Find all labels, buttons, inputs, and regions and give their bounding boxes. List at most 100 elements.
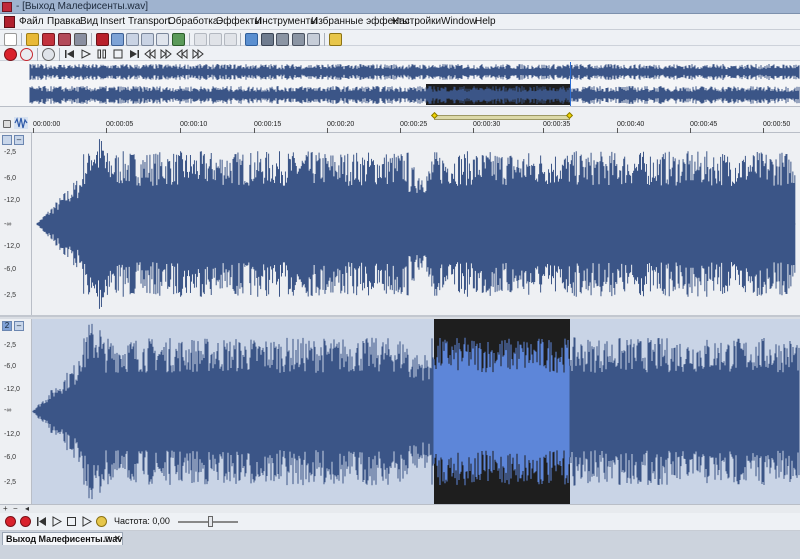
zoom-icon[interactable]: [307, 33, 320, 46]
db-label: -6,0: [4, 175, 17, 182]
zoom-out-icon[interactable]: −: [13, 505, 18, 513]
scrub-icon[interactable]: [96, 516, 107, 527]
playback-rate-thumb[interactable]: [208, 516, 213, 527]
menu-insert[interactable]: Insert: [100, 16, 125, 27]
open-folder-icon[interactable]: [26, 33, 39, 46]
tick-label: 00:00:35: [543, 121, 571, 128]
channel-1-gutter: – -2,5 -6,0 -12,0 -∞ -12,0 -6,0 -2,5: [0, 133, 32, 315]
loop-region-icon[interactable]: [224, 33, 237, 46]
title-bar: - [Выход Малефисенты.wav]: [0, 0, 800, 14]
tick-label: 00:00:50: [763, 121, 791, 128]
save-icon[interactable]: [42, 33, 55, 46]
menu-tools[interactable]: Инструменты: [255, 16, 317, 27]
db-label: -12,0: [4, 386, 20, 393]
standard-toolbar: [0, 30, 800, 46]
next-marker-icon[interactable]: [192, 49, 204, 59]
menu-edit[interactable]: Правка: [47, 16, 81, 27]
forward-icon[interactable]: [160, 49, 172, 59]
go-start-icon[interactable]: [36, 516, 47, 527]
waveform-icon[interactable]: [14, 117, 28, 129]
selection-bar[interactable]: [434, 115, 570, 120]
record-options-icon[interactable]: [20, 48, 33, 61]
waveform-view-icon[interactable]: [245, 33, 258, 46]
channel-2-gutter: 2 – -2,5 -6,0 -12,0 -∞ -12,0 -6,0 -2,5: [0, 319, 32, 504]
transport-toolbar: [0, 46, 800, 61]
tick-label: 00:00:00: [33, 121, 61, 128]
spectrum-view-icon[interactable]: [261, 33, 274, 46]
channel-2[interactable]: 2 – -2,5 -6,0 -12,0 -∞ -12,0 -6,0 -2,5: [0, 319, 800, 504]
tick-label: 00:00:10: [180, 121, 208, 128]
record-icon[interactable]: [4, 48, 17, 61]
overview-waveform[interactable]: [0, 61, 800, 107]
menu-window[interactable]: Window: [441, 16, 477, 27]
status-transport-bar: Частота: 0,00: [0, 513, 800, 531]
tab-close-icon[interactable]: ✕: [114, 535, 121, 543]
stop-icon[interactable]: [66, 516, 77, 527]
channel-1-collapse-icon[interactable]: –: [14, 135, 24, 145]
play-icon[interactable]: [80, 49, 92, 59]
tick-label: 00:00:20: [327, 121, 355, 128]
go-end-icon[interactable]: [128, 49, 140, 59]
play-loop-icon[interactable]: [81, 516, 92, 527]
prev-marker-icon[interactable]: [176, 49, 188, 59]
playback-rate-label: Частота: 0,00: [114, 516, 170, 526]
loop-icon[interactable]: [42, 48, 55, 61]
scroll-left-icon[interactable]: ◂: [25, 505, 29, 513]
pause-icon[interactable]: [96, 49, 108, 59]
render-icon[interactable]: [74, 33, 87, 46]
horizontal-scrollbar[interactable]: + − ◂: [0, 504, 800, 513]
crop-icon[interactable]: [156, 33, 169, 46]
channel-1-waveform[interactable]: [32, 133, 800, 315]
db-label: -2,5: [4, 479, 17, 486]
record-icon[interactable]: [5, 516, 16, 527]
history-icon[interactable]: [209, 33, 222, 46]
menu-help[interactable]: Help: [475, 16, 496, 27]
db-label: -∞: [4, 221, 12, 228]
markers-icon[interactable]: [276, 33, 289, 46]
menu-process[interactable]: Обработка: [168, 16, 218, 27]
channel-2-collapse-icon[interactable]: –: [14, 321, 24, 331]
db-label: -∞: [4, 407, 12, 414]
channel-1[interactable]: – -2,5 -6,0 -12,0 -∞ -12,0 -6,0 -2,5: [0, 133, 800, 317]
time-ruler[interactable]: 00:00:00 00:00:05 00:00:10 00:00:15 00:0…: [0, 107, 800, 133]
lock-icon[interactable]: [3, 120, 11, 128]
zoom-in-icon[interactable]: +: [3, 505, 8, 513]
channel-1-number[interactable]: [2, 135, 12, 145]
channel-2-waveform[interactable]: [32, 319, 800, 504]
db-label: -12,0: [4, 197, 20, 204]
undo-icon[interactable]: [172, 33, 185, 46]
paste-icon[interactable]: [126, 33, 139, 46]
overview-bar[interactable]: [0, 61, 800, 107]
rewind-icon[interactable]: [144, 49, 156, 59]
play-icon[interactable]: [51, 516, 62, 527]
menu-file[interactable]: Файл: [19, 16, 44, 27]
tick-label: 00:00:05: [106, 121, 134, 128]
tab-restore-icon[interactable]: ◻: [104, 535, 111, 543]
document-icon[interactable]: [4, 16, 15, 28]
menu-view[interactable]: Вид: [80, 16, 98, 27]
new-file-icon[interactable]: [4, 33, 17, 46]
go-start-icon[interactable]: [64, 49, 76, 59]
copy-icon[interactable]: [111, 33, 124, 46]
menu-transport[interactable]: Transport: [128, 16, 170, 27]
tick-label: 00:00:45: [690, 121, 718, 128]
record-arm-icon[interactable]: [20, 516, 31, 527]
app-icon[interactable]: [2, 2, 12, 12]
document-tab-bar: Выход Малефисенты.wav ◻ ✕: [0, 531, 800, 559]
redo-icon[interactable]: [194, 33, 207, 46]
stop-icon[interactable]: [112, 49, 124, 59]
document-tab[interactable]: Выход Малефисенты.wav ◻ ✕: [2, 532, 123, 545]
sound-forge-window: - [Выход Малефисенты.wav] Файл Правка Ви…: [0, 0, 800, 559]
db-label: -12,0: [4, 431, 20, 438]
channel-2-number[interactable]: 2: [2, 321, 12, 331]
db-label: -2,5: [4, 342, 17, 349]
mix-paste-icon[interactable]: [141, 33, 154, 46]
db-label: -6,0: [4, 454, 17, 461]
menu-settings[interactable]: Настройки: [392, 16, 441, 27]
regions-icon[interactable]: [292, 33, 305, 46]
save-as-icon[interactable]: [58, 33, 71, 46]
properties-icon[interactable]: [329, 33, 342, 46]
scissors-icon[interactable]: [96, 33, 109, 46]
window-title: - [Выход Малефисенты.wav]: [16, 1, 148, 12]
overview-cursor: [570, 62, 571, 106]
